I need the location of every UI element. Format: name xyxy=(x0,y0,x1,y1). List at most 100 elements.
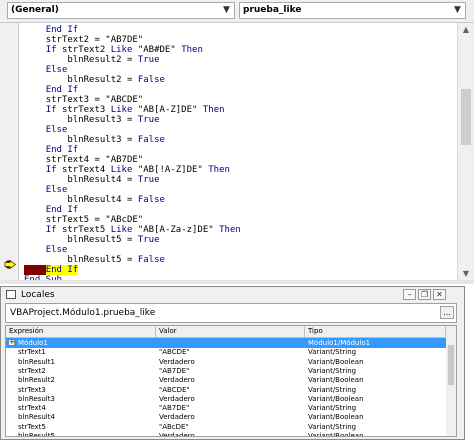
code-keyword: If xyxy=(45,105,57,115)
call-stack-button[interactable]: ... xyxy=(440,306,454,319)
code-token: blnResult3 = xyxy=(67,115,138,125)
code-line[interactable]: blnResult2 = True xyxy=(24,55,159,65)
code-line[interactable]: Else xyxy=(24,125,68,135)
code-token: blnResult5 = xyxy=(67,235,138,245)
restore-button[interactable]: ❐ xyxy=(418,289,431,300)
code-line[interactable]: blnResult2 = False xyxy=(24,75,165,85)
code-statement: End If xyxy=(46,145,79,155)
code-keyword: Then xyxy=(208,165,230,175)
code-statement: Else xyxy=(46,185,68,195)
code-line[interactable]: Else xyxy=(24,65,68,75)
code-token: blnResult5 = xyxy=(67,255,138,265)
locals-title-bar[interactable]: Locales – ❐ ✕ xyxy=(1,287,464,303)
code-line[interactable]: strText4 = "AB7DE" xyxy=(24,155,144,165)
code-token: "AB[!A-Z]DE" xyxy=(132,165,209,175)
procedure-combo-value: prueba_like xyxy=(243,5,302,15)
code-token: strText3 xyxy=(56,105,111,115)
scroll-down-icon[interactable]: ▼ xyxy=(458,267,474,281)
code-keyword: True xyxy=(137,235,160,245)
code-statement: Else xyxy=(46,245,68,255)
code-line[interactable]: If strText3 Like "AB[A-Z]DE" Then xyxy=(24,105,225,115)
code-keyword: True xyxy=(137,55,160,65)
minimize-button[interactable]: – xyxy=(403,289,416,300)
code-line[interactable]: blnResult5 = True xyxy=(24,235,159,245)
code-token: strText4 xyxy=(56,165,111,175)
code-token: strText5 xyxy=(56,225,111,235)
code-line[interactable]: blnResult3 = True xyxy=(24,115,160,125)
code-statement: If strText5 Like "AB[A-Za-z]DE" Then xyxy=(46,225,241,235)
code-keyword: Else xyxy=(45,245,68,255)
column-header-expression[interactable]: Expresión xyxy=(6,326,156,337)
code-statement: Else xyxy=(46,125,68,135)
code-window-toolbar: (General) ▼ prueba_like ▼ xyxy=(0,0,474,22)
scroll-up-icon[interactable]: ▲ xyxy=(458,23,474,37)
code-line[interactable]: If strText5 Like "AB[A-Za-z]DE" Then xyxy=(24,225,241,235)
code-line[interactable]: blnResult3 = False xyxy=(24,135,165,145)
code-statement: blnResult4 = False xyxy=(67,195,165,205)
column-header-type[interactable]: Tipo xyxy=(305,326,446,337)
code-line[interactable]: blnResult4 = True xyxy=(24,175,159,185)
code-line[interactable]: End If xyxy=(24,25,79,35)
code-line[interactable]: End If xyxy=(24,265,79,275)
chevron-down-icon[interactable]: ▼ xyxy=(219,3,234,18)
code-keyword: Like xyxy=(110,225,133,235)
code-statement: End If xyxy=(46,25,79,35)
code-token: "AB[A-Za-z]DE" xyxy=(132,225,220,235)
code-keyword: Like xyxy=(110,105,133,115)
close-button[interactable]: ✕ xyxy=(433,289,446,300)
code-line[interactable]: Else xyxy=(24,245,68,255)
code-line[interactable]: End If xyxy=(24,145,79,155)
code-line[interactable]: strText3 = "ABCDE" xyxy=(24,95,144,105)
code-token: "ABCDE" xyxy=(105,95,144,105)
code-token: "AB7DE" xyxy=(105,155,144,165)
locals-cell-type: Variant/Boolean xyxy=(308,432,364,437)
locals-context: VBAProject.Módulo1.prueba_like ... xyxy=(5,303,457,323)
expand-icon[interactable]: + xyxy=(8,339,15,346)
margin-indicator-bar[interactable] xyxy=(0,23,19,281)
code-token: "AB[A-Z]DE" xyxy=(132,105,203,115)
code-token: blnResult2 = xyxy=(67,75,138,85)
splitter[interactable] xyxy=(0,280,474,284)
scrollbar-thumb[interactable] xyxy=(448,345,454,385)
chevron-down-icon[interactable]: ▼ xyxy=(450,3,465,18)
code-line[interactable]: If strText4 Like "AB[!A-Z]DE" Then xyxy=(24,165,230,175)
code-statement: blnResult3 = False xyxy=(67,135,165,145)
column-header-value[interactable]: Valor xyxy=(156,326,305,337)
code-keyword: True xyxy=(137,115,160,125)
code-keyword: End If xyxy=(45,85,79,95)
locals-vertical-scrollbar[interactable] xyxy=(446,337,456,436)
code-line[interactable]: blnResult5 = False xyxy=(24,255,165,265)
procedure-combo[interactable]: prueba_like ▼ xyxy=(239,2,466,19)
code-text-area[interactable]: End If strText2 = "AB7DE" If strText2 Li… xyxy=(20,23,450,281)
code-statement: blnResult5 = False xyxy=(67,255,165,265)
breakpoint-marker[interactable] xyxy=(24,265,46,275)
code-line[interactable]: Else xyxy=(24,185,68,195)
code-keyword: Then xyxy=(202,105,225,115)
locals-window-icon xyxy=(6,290,16,299)
code-editor[interactable]: End If strText2 = "AB7DE" If strText2 Li… xyxy=(0,22,474,281)
code-line[interactable]: End If xyxy=(24,205,79,215)
code-token: strText5 = xyxy=(45,215,106,225)
locals-cell-expression: blnResult5 xyxy=(18,432,55,437)
scrollbar-thumb[interactable] xyxy=(461,89,471,145)
code-vertical-scrollbar[interactable]: ▲ ▼ xyxy=(457,23,474,281)
code-line[interactable]: strText5 = "ABcDE" xyxy=(24,215,144,225)
locals-row[interactable]: blnResult5 Verdadero Variant/Boolean xyxy=(6,431,456,437)
code-line[interactable]: If strText2 Like "AB#DE" Then xyxy=(24,45,203,55)
code-line[interactable]: End If xyxy=(24,85,79,95)
code-statement: blnResult5 = True xyxy=(67,235,159,245)
code-statement: blnResult2 = True xyxy=(67,55,159,65)
object-combo[interactable]: (General) ▼ xyxy=(7,2,235,19)
locals-grid[interactable]: Expresión Valor Tipo + Módulo1 Módulo1/Mód… xyxy=(5,325,457,437)
code-statement: blnResult2 = False xyxy=(67,75,165,85)
code-keyword: If xyxy=(45,165,57,175)
code-line[interactable]: blnResult4 = False xyxy=(24,195,165,205)
locals-window: Locales – ❐ ✕ VBAProject.Módulo1.prueba_… xyxy=(0,286,465,440)
code-keyword: End If xyxy=(45,205,79,215)
locals-title: Locales xyxy=(21,290,55,300)
code-token: "AB7DE" xyxy=(105,35,144,45)
code-token: blnResult4 = xyxy=(67,195,138,205)
code-keyword: If xyxy=(45,225,57,235)
code-line[interactable]: strText2 = "AB7DE" xyxy=(24,35,144,45)
code-statement: End If xyxy=(46,85,79,95)
